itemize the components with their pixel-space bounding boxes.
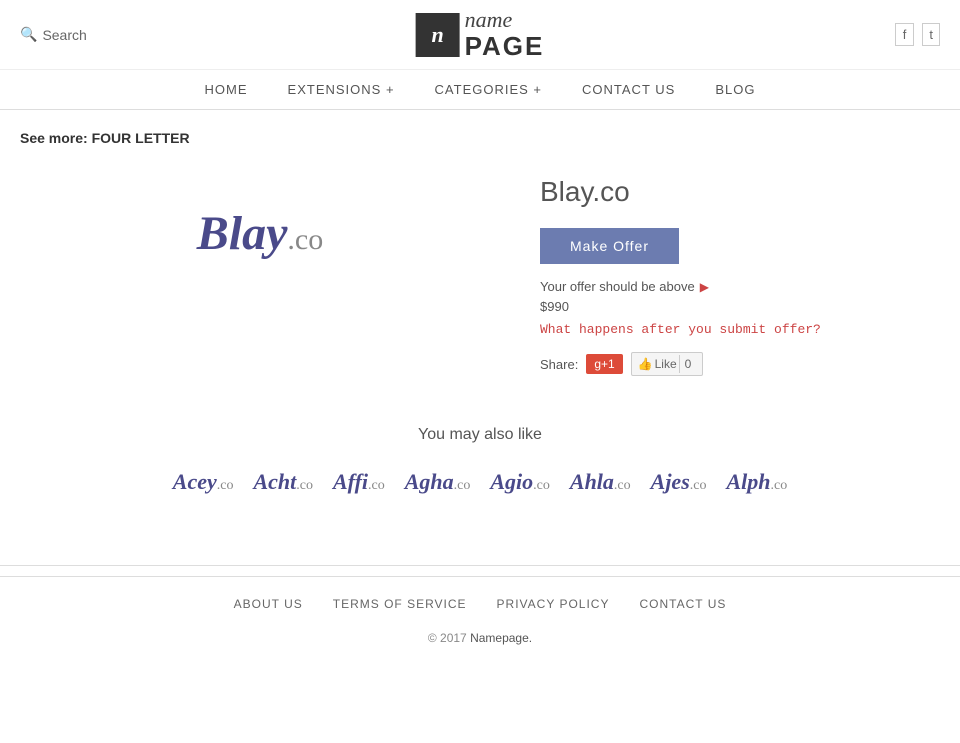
domain-item-name: Acht [253, 469, 296, 494]
domain-item-name: Acey [173, 469, 217, 494]
list-item[interactable]: Affi.co [333, 469, 385, 495]
make-offer-button[interactable]: Make Offer [540, 228, 679, 264]
list-item[interactable]: Acey.co [173, 469, 234, 495]
fb-count: 0 [679, 355, 697, 373]
main-nav: HOME EXTENSIONS + CATEGORIES + CONTACT U… [0, 70, 960, 110]
also-like-title: You may also like [20, 426, 940, 444]
domain-item-ext: .co [217, 478, 234, 493]
domain-item-ext: .co [368, 478, 385, 493]
fb-thumb-icon: 👍 [638, 357, 653, 371]
twitter-icon[interactable]: t [922, 23, 940, 46]
domain-item-name: Ajes [651, 469, 690, 494]
nav-extensions[interactable]: EXTENSIONS + [288, 82, 395, 97]
nav-home[interactable]: HOME [205, 82, 248, 97]
nav-blog[interactable]: BLOG [715, 82, 755, 97]
footer-privacy[interactable]: PRIVACY POLICY [497, 597, 610, 611]
footer-terms[interactable]: TERMS OF SERVICE [333, 597, 467, 611]
nav-contact[interactable]: CONTACT US [582, 82, 675, 97]
product-image: Blay.co [20, 166, 500, 301]
domain-name-display: Blay [197, 207, 288, 260]
offer-info: Your offer should be above ▶ [540, 279, 940, 294]
domain-item-ext: .co [771, 478, 788, 493]
facebook-like-button[interactable]: 👍 Like 0 [631, 352, 704, 376]
domain-item-name: Ahla [570, 469, 614, 494]
logo[interactable]: n name PAGE [416, 8, 545, 61]
google-plus-button[interactable]: g+1 [586, 354, 622, 374]
domain-item-ext: .co [614, 478, 631, 493]
list-item[interactable]: Alph.co [726, 469, 787, 495]
share-label: Share: [540, 357, 578, 372]
search-icon: 🔍 [20, 26, 37, 43]
offer-arrow-icon: ▶ [700, 280, 709, 294]
facebook-icon[interactable]: f [895, 23, 915, 46]
domain-logo-display: Blay.co [197, 206, 323, 261]
footer-copyright: © 2017 Namepage. [20, 631, 940, 645]
breadcrumb: See more: FOUR LETTER [20, 130, 940, 146]
logo-icon: n [416, 13, 460, 57]
domain-ext-display: .co [287, 223, 323, 256]
list-item[interactable]: Ahla.co [570, 469, 631, 495]
product-info: Blay.co Make Offer Your offer should be … [540, 166, 940, 376]
list-item[interactable]: Agio.co [490, 469, 550, 495]
see-more-value[interactable]: FOUR LETTER [92, 130, 190, 146]
domain-title: Blay.co [540, 176, 940, 208]
search-area[interactable]: 🔍 Search [20, 26, 87, 43]
search-label: Search [42, 27, 86, 43]
domain-item-name: Agha [405, 469, 454, 494]
footer-contact[interactable]: CONTACT US [639, 597, 726, 611]
logo-name-bottom: PAGE [465, 32, 545, 61]
what-happens-link[interactable]: What happens after you submit offer? [540, 322, 940, 337]
product-section: Blay.co Blay.co Make Offer Your offer sh… [20, 166, 940, 376]
domain-item-ext: .co [454, 478, 471, 493]
logo-text: name PAGE [465, 8, 545, 61]
footer: ABOUT US TERMS OF SERVICE PRIVACY POLICY… [0, 576, 960, 665]
logo-name-top: name [465, 8, 545, 32]
domain-item-ext: .co [533, 478, 550, 493]
domain-list: Acey.co Acht.co Affi.co Agha.co Agio.co … [20, 469, 940, 495]
nav-categories[interactable]: CATEGORIES + [435, 82, 542, 97]
domain-item-name: Affi [333, 469, 368, 494]
main-content: See more: FOUR LETTER Blay.co Blay.co Ma… [0, 110, 960, 555]
header: 🔍 Search n name PAGE f t [0, 0, 960, 70]
also-like-section: You may also like Acey.co Acht.co Affi.c… [20, 426, 940, 495]
offer-price: $990 [540, 299, 940, 314]
domain-item-name: Agio [490, 469, 533, 494]
social-icons: f t [895, 23, 940, 46]
list-item[interactable]: Ajes.co [651, 469, 707, 495]
copyright-year: © 2017 [428, 631, 467, 645]
list-item[interactable]: Acht.co [253, 469, 313, 495]
footer-about[interactable]: ABOUT US [234, 597, 303, 611]
domain-item-name: Alph [726, 469, 770, 494]
footer-brand: Namepage. [470, 631, 532, 645]
list-item[interactable]: Agha.co [405, 469, 471, 495]
footer-nav: ABOUT US TERMS OF SERVICE PRIVACY POLICY… [20, 597, 940, 611]
offer-info-text: Your offer should be above [540, 279, 695, 294]
see-more-label: See more: [20, 130, 88, 146]
domain-item-ext: .co [296, 478, 313, 493]
domain-item-ext: .co [690, 478, 707, 493]
share-area: Share: g+1 👍 Like 0 [540, 352, 940, 376]
footer-divider [0, 565, 960, 566]
fb-like-text: Like [655, 357, 677, 371]
